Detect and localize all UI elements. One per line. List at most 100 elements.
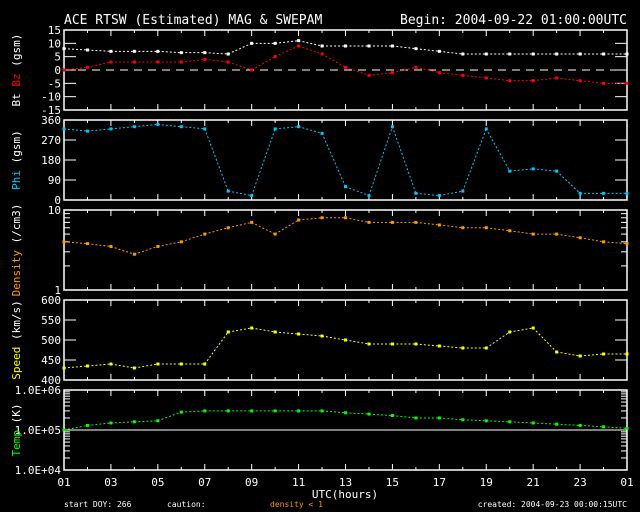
series-segment (509, 168, 534, 172)
y-axis-label: Temp (K) (10, 404, 23, 457)
series-segment (181, 233, 205, 243)
series-segment (274, 219, 299, 235)
series-phi (62, 122, 629, 198)
series-segment (345, 412, 369, 415)
series-segment (392, 66, 416, 74)
series-segment (134, 245, 158, 255)
series-segment (391, 126, 417, 194)
series-segment (415, 221, 440, 226)
series-segment (63, 128, 88, 132)
data-point (625, 52, 629, 56)
series-speed (62, 326, 629, 370)
panel-phi: 360270180900Phi (gsm) (10, 114, 629, 207)
series-segment (556, 351, 581, 357)
series-segment (392, 415, 416, 419)
panel-temp: 1.0E+061.0E+051.0E+04Temp (K) (10, 384, 629, 477)
y-axis-label-part: Density (10, 250, 23, 297)
data-point (625, 426, 629, 430)
y-tick-label: 5 (54, 51, 61, 64)
series-segment (603, 426, 628, 429)
y-tick-label: 500 (41, 334, 61, 347)
x-tick-label: 01 (57, 476, 70, 489)
y-tick-label: 360 (41, 114, 61, 127)
series-segment (298, 126, 323, 134)
series-segment (509, 230, 534, 235)
series-segment (181, 410, 205, 413)
series-segment (533, 168, 557, 172)
x-tick-label: 11 (292, 476, 305, 489)
series-segment (251, 56, 276, 71)
series-segment (87, 422, 111, 426)
y-tick-label: 15 (48, 24, 61, 37)
series-segment (415, 343, 440, 347)
series-segment (157, 123, 182, 128)
series-segment (251, 221, 276, 235)
y-tick-label: 1.0E+06 (15, 384, 61, 397)
series-segment (556, 423, 581, 426)
series-segment (110, 126, 135, 130)
series-segment (509, 421, 534, 424)
series-segment (462, 128, 487, 192)
series-segment (157, 241, 182, 247)
series-segment (63, 48, 88, 51)
x-tick-label: 17 (433, 476, 446, 489)
series-segment (486, 420, 510, 423)
series-segment (415, 48, 440, 52)
series-segment (439, 190, 463, 197)
x-tick-label: 01 (620, 476, 633, 489)
series-segment (87, 243, 111, 247)
series-segment (439, 345, 463, 349)
series-segment (87, 49, 111, 52)
series-bt (62, 39, 629, 56)
x-tick-label: 15 (386, 476, 399, 489)
series-segment (204, 128, 229, 192)
series-segment (228, 190, 252, 197)
panel-frame (63, 209, 628, 291)
series-segment (368, 72, 393, 76)
series-segment (298, 40, 323, 47)
series-segment (228, 61, 252, 71)
series-segment (345, 339, 370, 345)
series-segment (532, 327, 557, 353)
x-tick-label: 09 (245, 476, 258, 489)
series-segment (345, 217, 370, 223)
series-segment (439, 224, 463, 229)
series-segment (251, 128, 276, 196)
y-axis-label: Bt Bz (gsm) (10, 34, 23, 107)
series-segment (298, 217, 323, 221)
series-segment (134, 420, 158, 423)
series-segment (462, 419, 487, 422)
y-tick-label: 0 (54, 64, 61, 77)
x-tick-label: 03 (104, 476, 117, 489)
series-segment (298, 333, 323, 337)
y-tick-label: 180 (41, 154, 61, 167)
series-segment (63, 424, 88, 431)
series-segment (228, 42, 252, 55)
series-segment (580, 353, 604, 357)
series-segment (485, 331, 510, 349)
series-segment (509, 327, 534, 333)
series-segment (415, 192, 440, 197)
series-segment (579, 237, 604, 243)
series-segment (533, 422, 557, 425)
series-segment (368, 126, 393, 196)
series-segment (321, 133, 346, 187)
series-temp (62, 409, 629, 432)
series-segment (580, 80, 604, 84)
y-axis-label-part: (/cm3) (10, 204, 23, 250)
series-segment (439, 72, 463, 76)
series-segment (275, 40, 299, 44)
series-segment (275, 126, 299, 130)
series-segment (485, 128, 511, 172)
series-segment (110, 245, 135, 255)
data-point (625, 191, 629, 195)
series-segment (63, 365, 88, 369)
data-point (625, 242, 629, 246)
y-axis-label-part: Bz (10, 73, 23, 93)
y-tick-label: 600 (41, 294, 61, 307)
panel-density: 101Density (/cm3) (10, 204, 629, 297)
caution-label: caution: (167, 500, 206, 509)
series-segment (556, 170, 581, 194)
series-segment (181, 58, 205, 63)
series-segment (87, 363, 111, 367)
